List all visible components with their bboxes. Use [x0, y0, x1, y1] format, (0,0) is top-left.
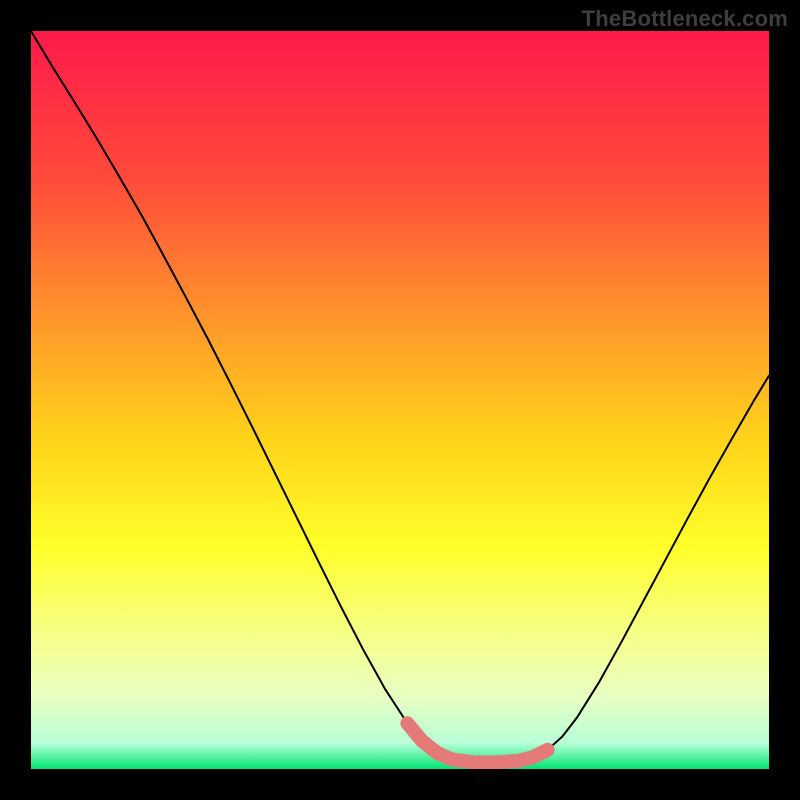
chart-plot-area: [31, 31, 769, 769]
gradient-background: [31, 31, 769, 769]
watermark-text: TheBottleneck.com: [582, 6, 788, 32]
chart-frame: TheBottleneck.com: [0, 0, 800, 800]
chart-svg: [31, 31, 769, 769]
